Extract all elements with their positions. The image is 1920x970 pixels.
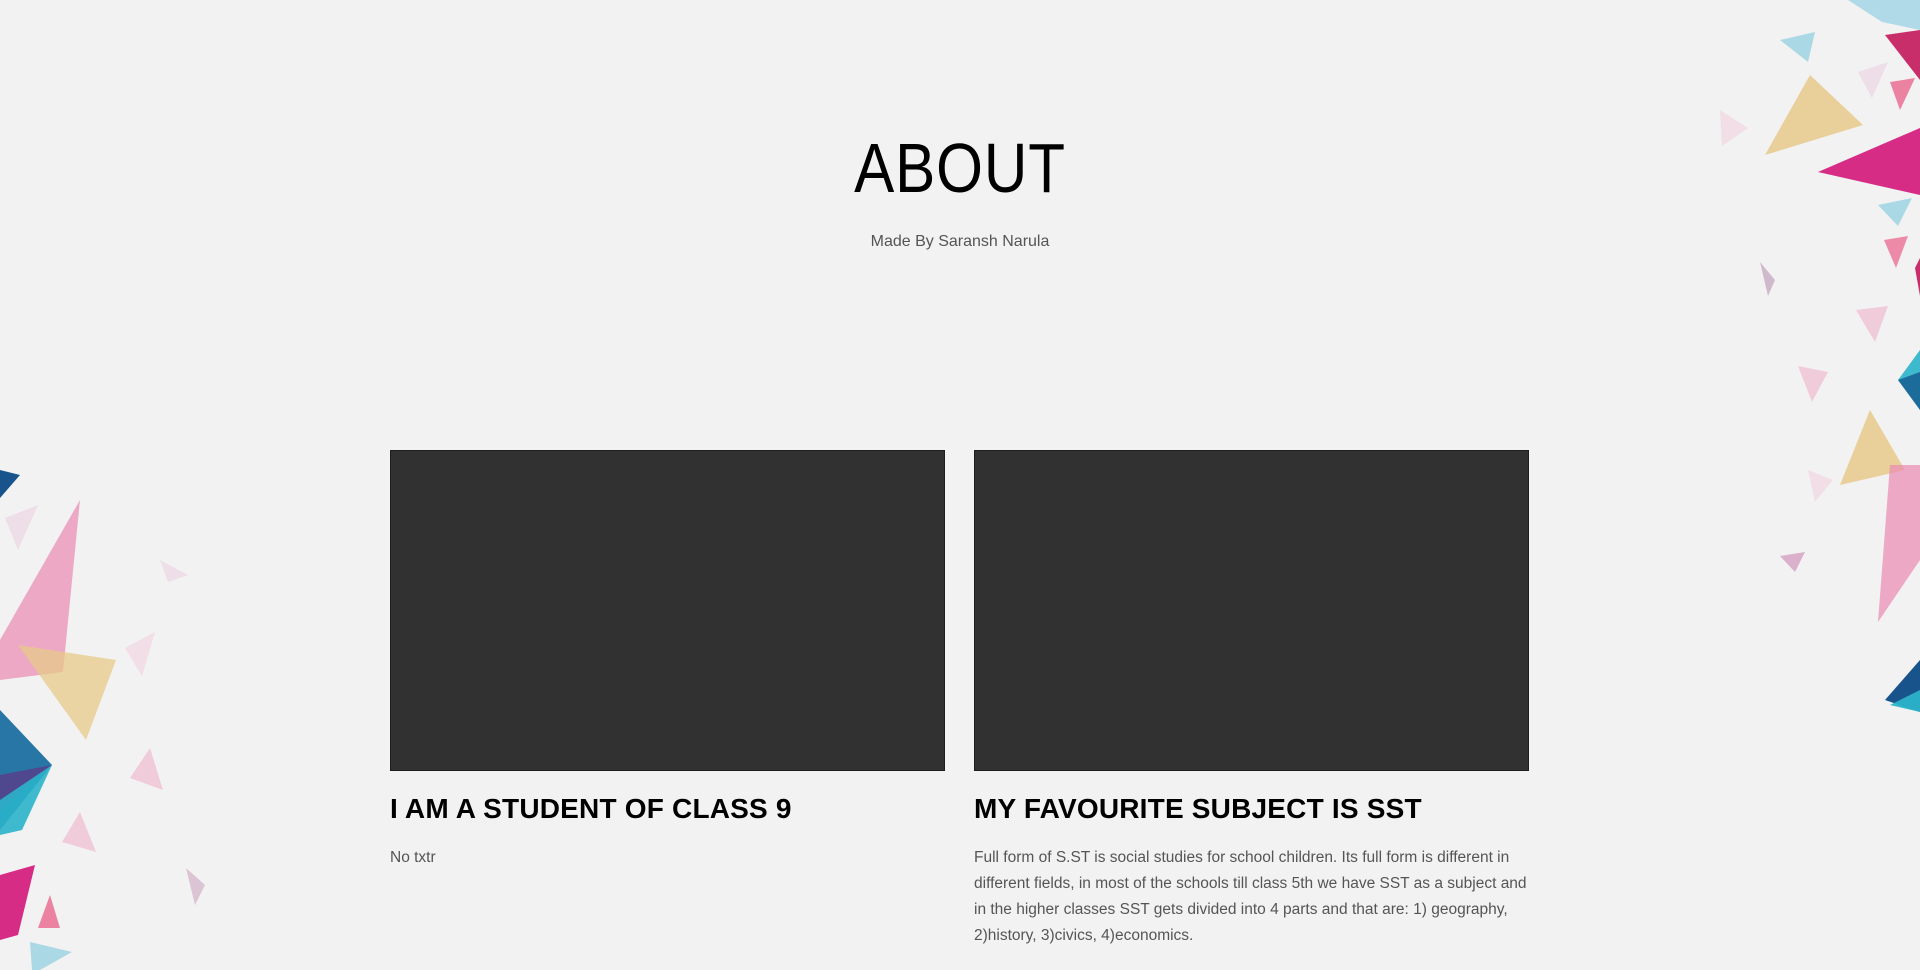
deco-triangle bbox=[125, 632, 155, 676]
card-class-9: I AM A STUDENT OF CLASS 9 No txtr bbox=[390, 450, 945, 871]
card-text: Full form of S.ST is social studies for … bbox=[974, 849, 1527, 944]
page-subtitle: Made By Saransh Narula bbox=[870, 233, 1050, 250]
deco-triangle bbox=[1915, 258, 1920, 296]
card-title: I AM A STUDENT OF CLASS 9 bbox=[390, 793, 792, 824]
deco-triangle bbox=[0, 865, 35, 940]
deco-triangle bbox=[38, 895, 60, 928]
card-image-placeholder bbox=[390, 450, 945, 771]
deco-triangle bbox=[1878, 198, 1912, 226]
about-page: ABOUT Made By Saransh Narula I AM A STUD… bbox=[0, 0, 1920, 970]
deco-triangle bbox=[160, 560, 188, 582]
deco-triangle bbox=[130, 748, 163, 790]
deco-triangle bbox=[1798, 366, 1828, 402]
card-text: No txtr bbox=[390, 849, 436, 866]
card-favourite-subject: MY FAVOURITE SUBJECT IS SST Full form of… bbox=[974, 450, 1529, 949]
card-title: MY FAVOURITE SUBJECT IS SST bbox=[974, 793, 1422, 824]
deco-triangle bbox=[1780, 552, 1805, 572]
deco-triangle bbox=[186, 868, 205, 905]
deco-triangle bbox=[1858, 62, 1888, 98]
deco-triangle bbox=[30, 942, 72, 970]
deco-triangle bbox=[1878, 465, 1920, 622]
deco-triangle bbox=[1885, 30, 1920, 80]
deco-triangle bbox=[1848, 0, 1920, 30]
deco-triangle bbox=[5, 505, 38, 550]
deco-triangle bbox=[1818, 128, 1920, 195]
deco-triangle bbox=[1890, 78, 1915, 110]
deco-triangle bbox=[0, 470, 20, 498]
deco-triangle bbox=[1808, 470, 1833, 502]
deco-triangle bbox=[1780, 32, 1815, 62]
deco-triangle bbox=[1856, 306, 1888, 342]
deco-triangle bbox=[62, 812, 96, 852]
card-image-placeholder bbox=[974, 450, 1529, 771]
deco-triangle bbox=[18, 645, 116, 740]
deco-triangle bbox=[1760, 262, 1775, 296]
page-title: ABOUT bbox=[854, 129, 1066, 207]
